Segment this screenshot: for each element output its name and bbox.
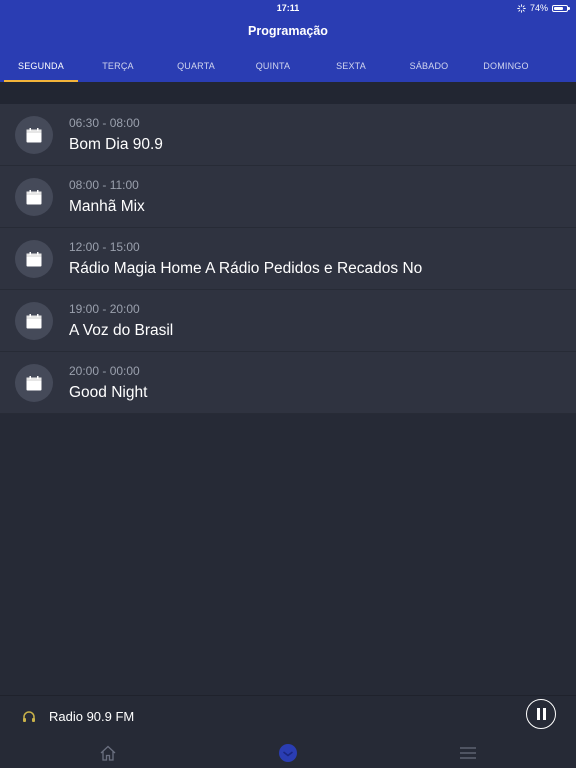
list-item[interactable]: 20:00 - 00:00 Good Night bbox=[0, 352, 576, 414]
station-name: Radio 90.9 FM bbox=[49, 709, 135, 724]
list-item[interactable]: 06:30 - 08:00 Bom Dia 90.9 bbox=[0, 104, 576, 166]
battery-fill bbox=[554, 6, 563, 10]
list-top-spacer bbox=[0, 82, 576, 104]
battery-percent: 74% bbox=[529, 3, 548, 13]
bottom-navigation bbox=[0, 738, 576, 768]
program-title: Good Night bbox=[69, 384, 148, 401]
battery-icon bbox=[552, 4, 570, 12]
tab-sexta[interactable]: SEXTA bbox=[312, 56, 390, 82]
calendar-icon bbox=[15, 364, 53, 402]
home-icon bbox=[100, 745, 116, 761]
tab-label: TERÇA bbox=[102, 61, 134, 71]
calendar-icon bbox=[15, 116, 53, 154]
status-indicators: 74% bbox=[517, 2, 570, 14]
list-item[interactable]: 19:00 - 20:00 A Voz do Brasil bbox=[0, 290, 576, 352]
calendar-icon bbox=[15, 178, 53, 216]
pause-button[interactable] bbox=[526, 699, 556, 729]
tab-label: SÁBADO bbox=[409, 61, 449, 71]
list-item[interactable]: 12:00 - 15:00 Rádio Magia Home A Rádio P… bbox=[0, 228, 576, 290]
program-title: Bom Dia 90.9 bbox=[69, 136, 163, 153]
menu-icon bbox=[460, 747, 476, 759]
day-tabs: SEGUNDA TERÇA QUARTA QUINTA SEXTA SÁBADO… bbox=[0, 56, 576, 82]
pause-icon bbox=[536, 708, 540, 720]
pause-icon-bar bbox=[542, 708, 546, 720]
list-item[interactable]: 08:00 - 11:00 Manhã Mix bbox=[0, 166, 576, 228]
nav-schedule[interactable] bbox=[192, 738, 384, 768]
tab-label: QUARTA bbox=[177, 61, 215, 71]
program-title: A Voz do Brasil bbox=[69, 322, 174, 339]
tab-label: SEGUNDA bbox=[18, 61, 64, 71]
tab-label: DOMINGO bbox=[483, 61, 529, 71]
program-title: Rádio Magia Home A Rádio Pedidos e Recad… bbox=[69, 260, 423, 277]
activity-icon bbox=[517, 3, 526, 13]
nav-home[interactable] bbox=[12, 738, 204, 768]
tab-sabado[interactable]: SÁBADO bbox=[390, 56, 468, 82]
program-time: 19:00 - 20:00 bbox=[69, 302, 140, 316]
now-playing-bar[interactable]: Radio 90.9 FM bbox=[0, 695, 576, 739]
status-time: 17:11 bbox=[276, 3, 300, 13]
program-time: 06:30 - 08:00 bbox=[69, 116, 140, 130]
page-title: Programação bbox=[248, 24, 328, 38]
tab-quarta[interactable]: QUARTA bbox=[157, 56, 235, 82]
tab-segunda[interactable]: SEGUNDA bbox=[2, 56, 80, 82]
nav-menu[interactable] bbox=[372, 738, 564, 768]
schedule-icon bbox=[279, 744, 297, 762]
program-title: Manhã Mix bbox=[69, 198, 145, 215]
calendar-icon bbox=[15, 240, 53, 278]
tab-label: SEXTA bbox=[336, 61, 366, 71]
tab-label: QUINTA bbox=[255, 61, 291, 71]
headphones-icon bbox=[23, 711, 35, 722]
calendar-icon bbox=[15, 302, 53, 340]
tab-domingo[interactable]: DOMINGO bbox=[467, 56, 545, 82]
program-time: 20:00 - 00:00 bbox=[69, 364, 140, 378]
program-time: 08:00 - 11:00 bbox=[69, 178, 139, 192]
program-time: 12:00 - 15:00 bbox=[69, 240, 140, 254]
tab-terca[interactable]: TERÇA bbox=[79, 56, 157, 82]
app-header: 17:11 74% Programação SEGUNDA TERÇA QUAR… bbox=[0, 0, 576, 82]
schedule-list: 06:30 - 08:00 Bom Dia 90.9 08:00 - 11:00… bbox=[0, 104, 576, 414]
tab-quinta[interactable]: QUINTA bbox=[234, 56, 312, 82]
